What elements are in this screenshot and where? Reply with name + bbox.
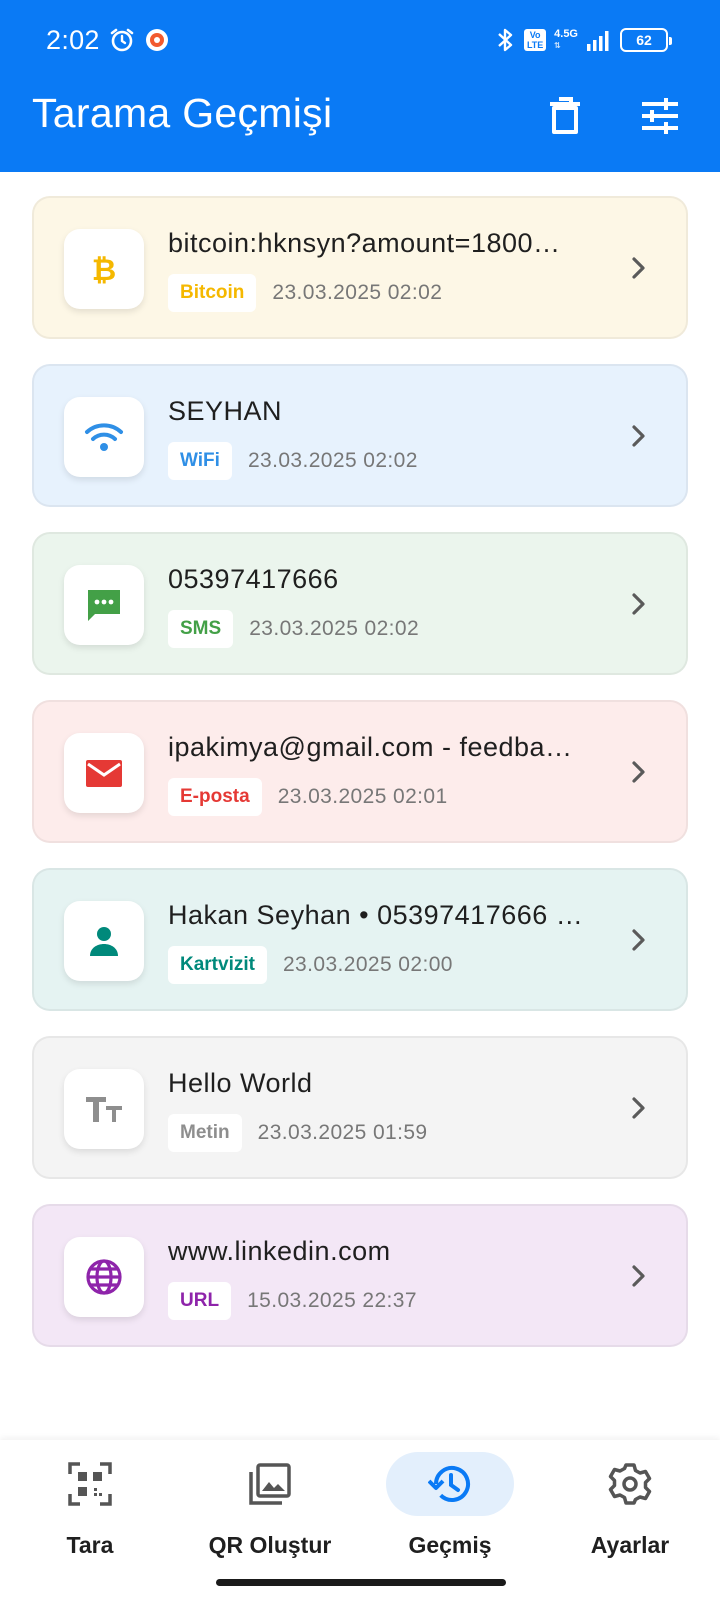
status-bar: 2:02 Vo LTE 4.5G ⇅ 62 <box>46 22 672 58</box>
history-item[interactable]: www.linkedin.com URL 15.03.2025 22:37 <box>32 1204 688 1347</box>
chevron-right-icon <box>628 760 648 784</box>
history-item[interactable]: 05397417666 SMS 23.03.2025 02:02 <box>32 532 688 675</box>
history-item-meta: WiFi 23.03.2025 02:02 <box>168 442 418 480</box>
network-type: 4.5G <box>554 28 578 40</box>
history-item-date: 23.03.2025 02:02 <box>249 617 420 640</box>
history-item-content: 05397417666 <box>168 564 339 594</box>
type-badge: Bitcoin <box>168 274 257 312</box>
history-item-meta: E-posta 23.03.2025 02:01 <box>168 778 448 816</box>
nav-label: Geçmiş <box>408 1532 492 1558</box>
bitcoin-icon: ₿ <box>89 251 119 287</box>
type-icon-container <box>64 901 144 981</box>
chevron-right-icon <box>628 1096 648 1120</box>
contact-icon <box>87 924 121 958</box>
data-arrows-icon: ⇅ <box>554 41 561 50</box>
type-icon-container <box>64 565 144 645</box>
type-icon-container <box>64 1237 144 1317</box>
nav-label: Ayarlar <box>590 1532 670 1558</box>
qr-scan-icon <box>68 1462 112 1506</box>
battery-indicator: 62 <box>620 28 672 52</box>
nav-item-ayarlar[interactable]: Ayarlar <box>540 1452 720 1562</box>
nav-item-qr-olustur[interactable]: QR Oluştur <box>180 1452 360 1562</box>
globe-icon <box>85 1258 123 1296</box>
history-item-meta: Metin 23.03.2025 01:59 <box>168 1114 428 1152</box>
chevron-right-icon <box>628 1264 648 1288</box>
nav-item-gecmis[interactable]: Geçmiş <box>360 1452 540 1562</box>
chevron-right-icon <box>628 928 648 952</box>
type-icon-container <box>64 1069 144 1149</box>
nav-label: Tara <box>66 1532 114 1558</box>
history-item[interactable]: Hello World Metin 23.03.2025 01:59 <box>32 1036 688 1179</box>
trash-icon <box>550 97 580 134</box>
type-badge: SMS <box>168 610 234 648</box>
history-item-date: 23.03.2025 02:01 <box>277 785 448 808</box>
history-item[interactable]: ipakimya@gmail.com - feedba… E-posta 23.… <box>32 700 688 843</box>
history-item-date: 23.03.2025 02:02 <box>247 449 418 472</box>
image-icon <box>249 1463 291 1505</box>
history-item-date: 15.03.2025 22:37 <box>247 1289 417 1312</box>
type-badge: Kartvizit <box>168 946 267 984</box>
history-list: ₿ bitcoin:hknsyn?amount=1800… Bitcoin 23… <box>32 196 688 1372</box>
type-badge: WiFi <box>168 442 232 480</box>
chevron-right-icon <box>628 256 648 280</box>
history-item-content: www.linkedin.com <box>168 1236 391 1266</box>
chevron-right-icon <box>628 424 648 448</box>
type-icon-container <box>64 397 144 477</box>
nav-item-tara[interactable]: Tara <box>0 1452 180 1562</box>
alarm-icon <box>110 28 134 52</box>
filter-button[interactable] <box>636 92 684 140</box>
history-icon <box>428 1466 470 1502</box>
text-icon <box>84 1094 124 1124</box>
nav-label: QR Oluştur <box>208 1532 332 1558</box>
history-item[interactable]: ₿ bitcoin:hknsyn?amount=1800… Bitcoin 23… <box>32 196 688 339</box>
svg-text:₿: ₿ <box>92 253 116 287</box>
history-item[interactable]: Hakan Seyhan • 05397417666 … Kartvizit 2… <box>32 868 688 1011</box>
type-icon-container <box>64 733 144 813</box>
history-item-meta: SMS 23.03.2025 02:02 <box>168 610 419 648</box>
record-notification-icon <box>145 29 168 51</box>
page-title: Tarama Geçmişi <box>32 90 333 136</box>
history-item-content: SEYHAN <box>168 396 283 426</box>
status-time: 2:02 <box>46 24 100 55</box>
type-badge: E-posta <box>168 778 262 816</box>
signal-icon <box>587 31 609 51</box>
delete-history-button[interactable] <box>541 92 589 140</box>
type-badge: Metin <box>168 1114 242 1152</box>
history-item-meta: Bitcoin 23.03.2025 02:02 <box>168 274 442 312</box>
wifi-icon <box>84 421 124 453</box>
history-item-content: Hakan Seyhan • 05397417666 … <box>168 900 584 930</box>
tune-icon <box>642 98 678 134</box>
history-item-meta: URL 15.03.2025 22:37 <box>168 1282 417 1320</box>
history-item-content: Hello World <box>168 1068 313 1098</box>
history-item-meta: Kartvizit 23.03.2025 02:00 <box>168 946 453 984</box>
history-item-content: ipakimya@gmail.com - feedba… <box>168 732 573 762</box>
history-item[interactable]: SEYHAN WiFi 23.03.2025 02:02 <box>32 364 688 507</box>
chevron-right-icon <box>628 592 648 616</box>
type-icon-container: ₿ <box>64 229 144 309</box>
type-badge: URL <box>168 1282 232 1320</box>
history-item-date: 23.03.2025 02:02 <box>272 281 443 304</box>
history-item-date: 23.03.2025 01:59 <box>257 1121 428 1144</box>
app-bar: 2:02 Vo LTE 4.5G ⇅ 62 Tarama Geçmişi <box>0 0 720 172</box>
settings-icon <box>608 1463 652 1505</box>
home-indicator <box>216 1579 506 1586</box>
bluetooth-icon <box>498 28 513 52</box>
bottom-navigation: Tara QR Oluştur Geçmiş Ayarlar <box>0 1440 720 1600</box>
mail-icon <box>84 757 124 789</box>
history-item-content: bitcoin:hknsyn?amount=1800… <box>168 228 561 258</box>
volte-badge: Vo LTE <box>524 29 547 51</box>
sms-icon <box>85 587 123 623</box>
history-item-date: 23.03.2025 02:00 <box>282 953 453 976</box>
